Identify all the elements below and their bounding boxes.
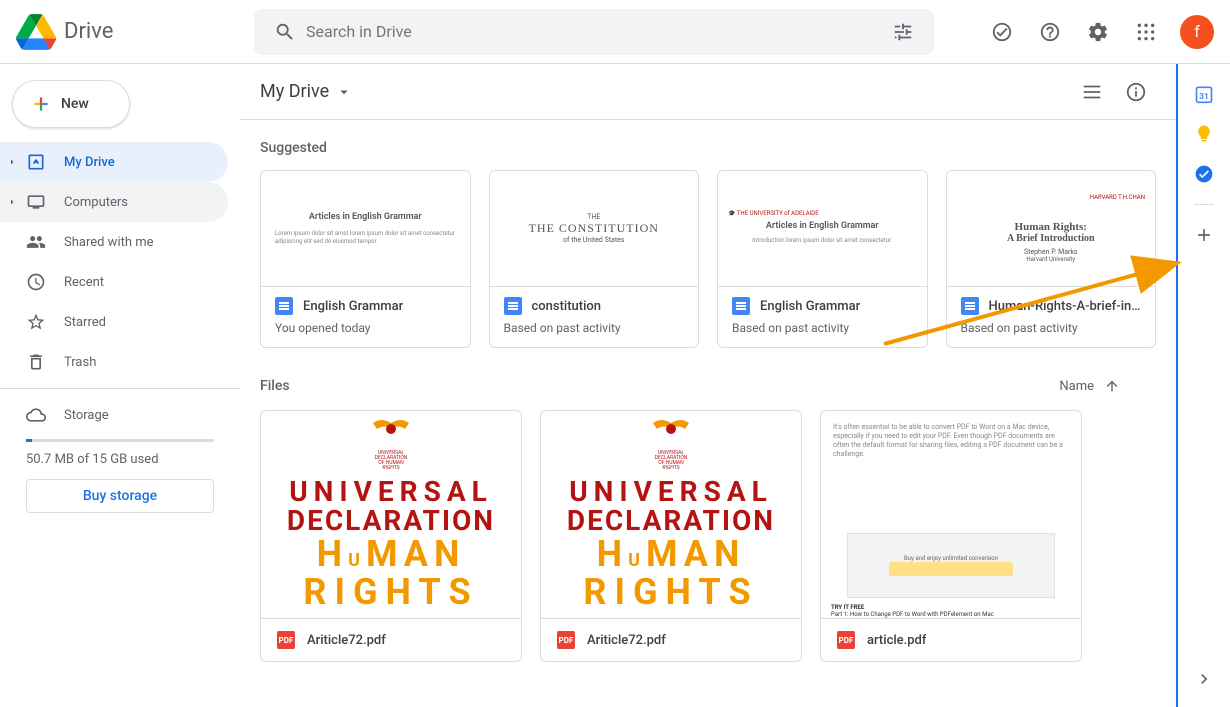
tasks-icon[interactable] (1194, 164, 1214, 184)
list-view-icon[interactable] (1072, 72, 1112, 112)
file-preview: UNIVERSALDECLARATIONOF HUMANRIGHTSUNIVER… (261, 411, 521, 619)
breadcrumb-label: My Drive (260, 81, 329, 102)
search-icon (274, 21, 296, 43)
sidebar-item-computers[interactable]: Computers (0, 182, 228, 222)
card-subtitle: Based on past activity (504, 321, 685, 335)
docs-icon (504, 297, 522, 315)
help-icon[interactable] (1030, 12, 1070, 52)
recent-icon (26, 272, 46, 292)
suggested-card[interactable]: 🎓 THE UNIVERSITY of ADELAIDEArticles in … (717, 170, 928, 348)
search-options-icon[interactable] (892, 21, 914, 43)
drive-logo-icon (16, 12, 56, 52)
file-card[interactable]: It's often essential to be able to conve… (820, 410, 1082, 662)
file-name: Ariticle72.pdf (587, 633, 666, 648)
pdf-icon: PDF (277, 631, 295, 649)
card-subtitle: Based on past activity (732, 321, 913, 335)
keep-icon[interactable] (1194, 124, 1214, 144)
docs-icon (732, 297, 750, 315)
sidebar-label: Trash (64, 355, 96, 370)
file-card[interactable]: UNIVERSALDECLARATIONOF HUMANRIGHTSUNIVER… (540, 410, 802, 662)
file-preview: THETHE CONSTITUTIONof the United States (490, 171, 699, 287)
card-title: English Grammar (303, 299, 403, 314)
docs-icon (275, 297, 293, 315)
add-on-icon[interactable] (1194, 225, 1214, 245)
storage-bar (26, 439, 214, 442)
arrow-up-icon (1104, 378, 1120, 394)
sidebar-item-trash[interactable]: Trash (0, 342, 228, 382)
sidebar-item-storage[interactable]: Storage (0, 395, 228, 435)
suggested-card[interactable]: Articles in English GrammarLorem ipsum d… (260, 170, 471, 348)
file-preview: It's often essential to be able to conve… (821, 411, 1081, 619)
search-bar[interactable] (254, 9, 934, 55)
sidebar-item-starred[interactable]: Starred (0, 302, 228, 342)
card-title: constitution (532, 299, 602, 314)
card-subtitle: You opened today (275, 321, 456, 335)
file-name: Ariticle72.pdf (307, 633, 386, 648)
chevron-down-icon (335, 83, 353, 101)
breadcrumb[interactable]: My Drive (260, 81, 353, 102)
ready-offline-icon[interactable] (982, 12, 1022, 52)
card-title: English Grammar (760, 299, 860, 314)
file-preview: 🎓 THE UNIVERSITY of ADELAIDEArticles in … (718, 171, 927, 287)
drive-icon (26, 152, 46, 172)
star-icon (26, 312, 46, 332)
svg-text:31: 31 (1199, 92, 1209, 102)
calendar-icon[interactable]: 31 (1194, 84, 1214, 104)
file-preview: HARVARD T.H.CHANHuman Rights:A Brief Int… (947, 171, 1156, 287)
docs-icon (961, 297, 979, 315)
file-card[interactable]: UNIVERSALDECLARATIONOF HUMANRIGHTSUNIVER… (260, 410, 522, 662)
sidebar-item-recent[interactable]: Recent (0, 262, 228, 302)
sidebar-label: Recent (64, 275, 104, 290)
sidebar-label: My Drive (64, 155, 115, 170)
cloud-icon (26, 405, 46, 425)
suggested-card[interactable]: HARVARD T.H.CHANHuman Rights:A Brief Int… (946, 170, 1157, 348)
file-name: article.pdf (867, 633, 926, 648)
brand-text: Drive (64, 19, 113, 44)
files-heading: Files (260, 378, 290, 394)
sidebar-item-mydrive[interactable]: My Drive (0, 142, 228, 182)
pdf-icon: PDF (837, 631, 855, 649)
pdf-icon: PDF (557, 631, 575, 649)
sort-label: Name (1059, 379, 1094, 394)
chevron-right-icon (6, 156, 18, 168)
chevron-right-icon (6, 196, 18, 208)
card-subtitle: Based on past activity (961, 321, 1142, 335)
new-label: New (61, 96, 89, 112)
file-preview: UNIVERSALDECLARATIONOF HUMANRIGHTSUNIVER… (541, 411, 801, 619)
details-icon[interactable] (1116, 72, 1156, 112)
sidebar-label: Shared with me (64, 235, 154, 250)
logo-area[interactable]: Drive (16, 12, 254, 52)
sidebar-label: Computers (64, 195, 128, 210)
trash-icon (26, 352, 46, 372)
suggested-card[interactable]: THETHE CONSTITUTIONof the United States … (489, 170, 700, 348)
sidebar-label: Storage (64, 408, 109, 423)
apps-icon[interactable] (1126, 12, 1166, 52)
collapse-panel-icon[interactable] (1184, 659, 1224, 699)
storage-text: 50.7 MB of 15 GB used (0, 452, 240, 467)
search-input[interactable] (306, 22, 882, 41)
suggested-heading: Suggested (260, 140, 1156, 156)
buy-storage-button[interactable]: Buy storage (26, 479, 214, 513)
settings-icon[interactable] (1078, 12, 1118, 52)
file-preview: Articles in English GrammarLorem ipsum d… (261, 171, 470, 287)
shared-icon (26, 232, 46, 252)
plus-icon (31, 94, 51, 114)
sidebar-item-shared[interactable]: Shared with me (0, 222, 228, 262)
card-title: Human-Rights-A-brief-in… (989, 299, 1141, 314)
sort-button[interactable]: Name (1059, 378, 1156, 394)
new-button[interactable]: New (12, 80, 130, 128)
computers-icon (26, 192, 46, 212)
sidebar-label: Starred (64, 315, 106, 330)
avatar[interactable]: f (1180, 15, 1214, 49)
